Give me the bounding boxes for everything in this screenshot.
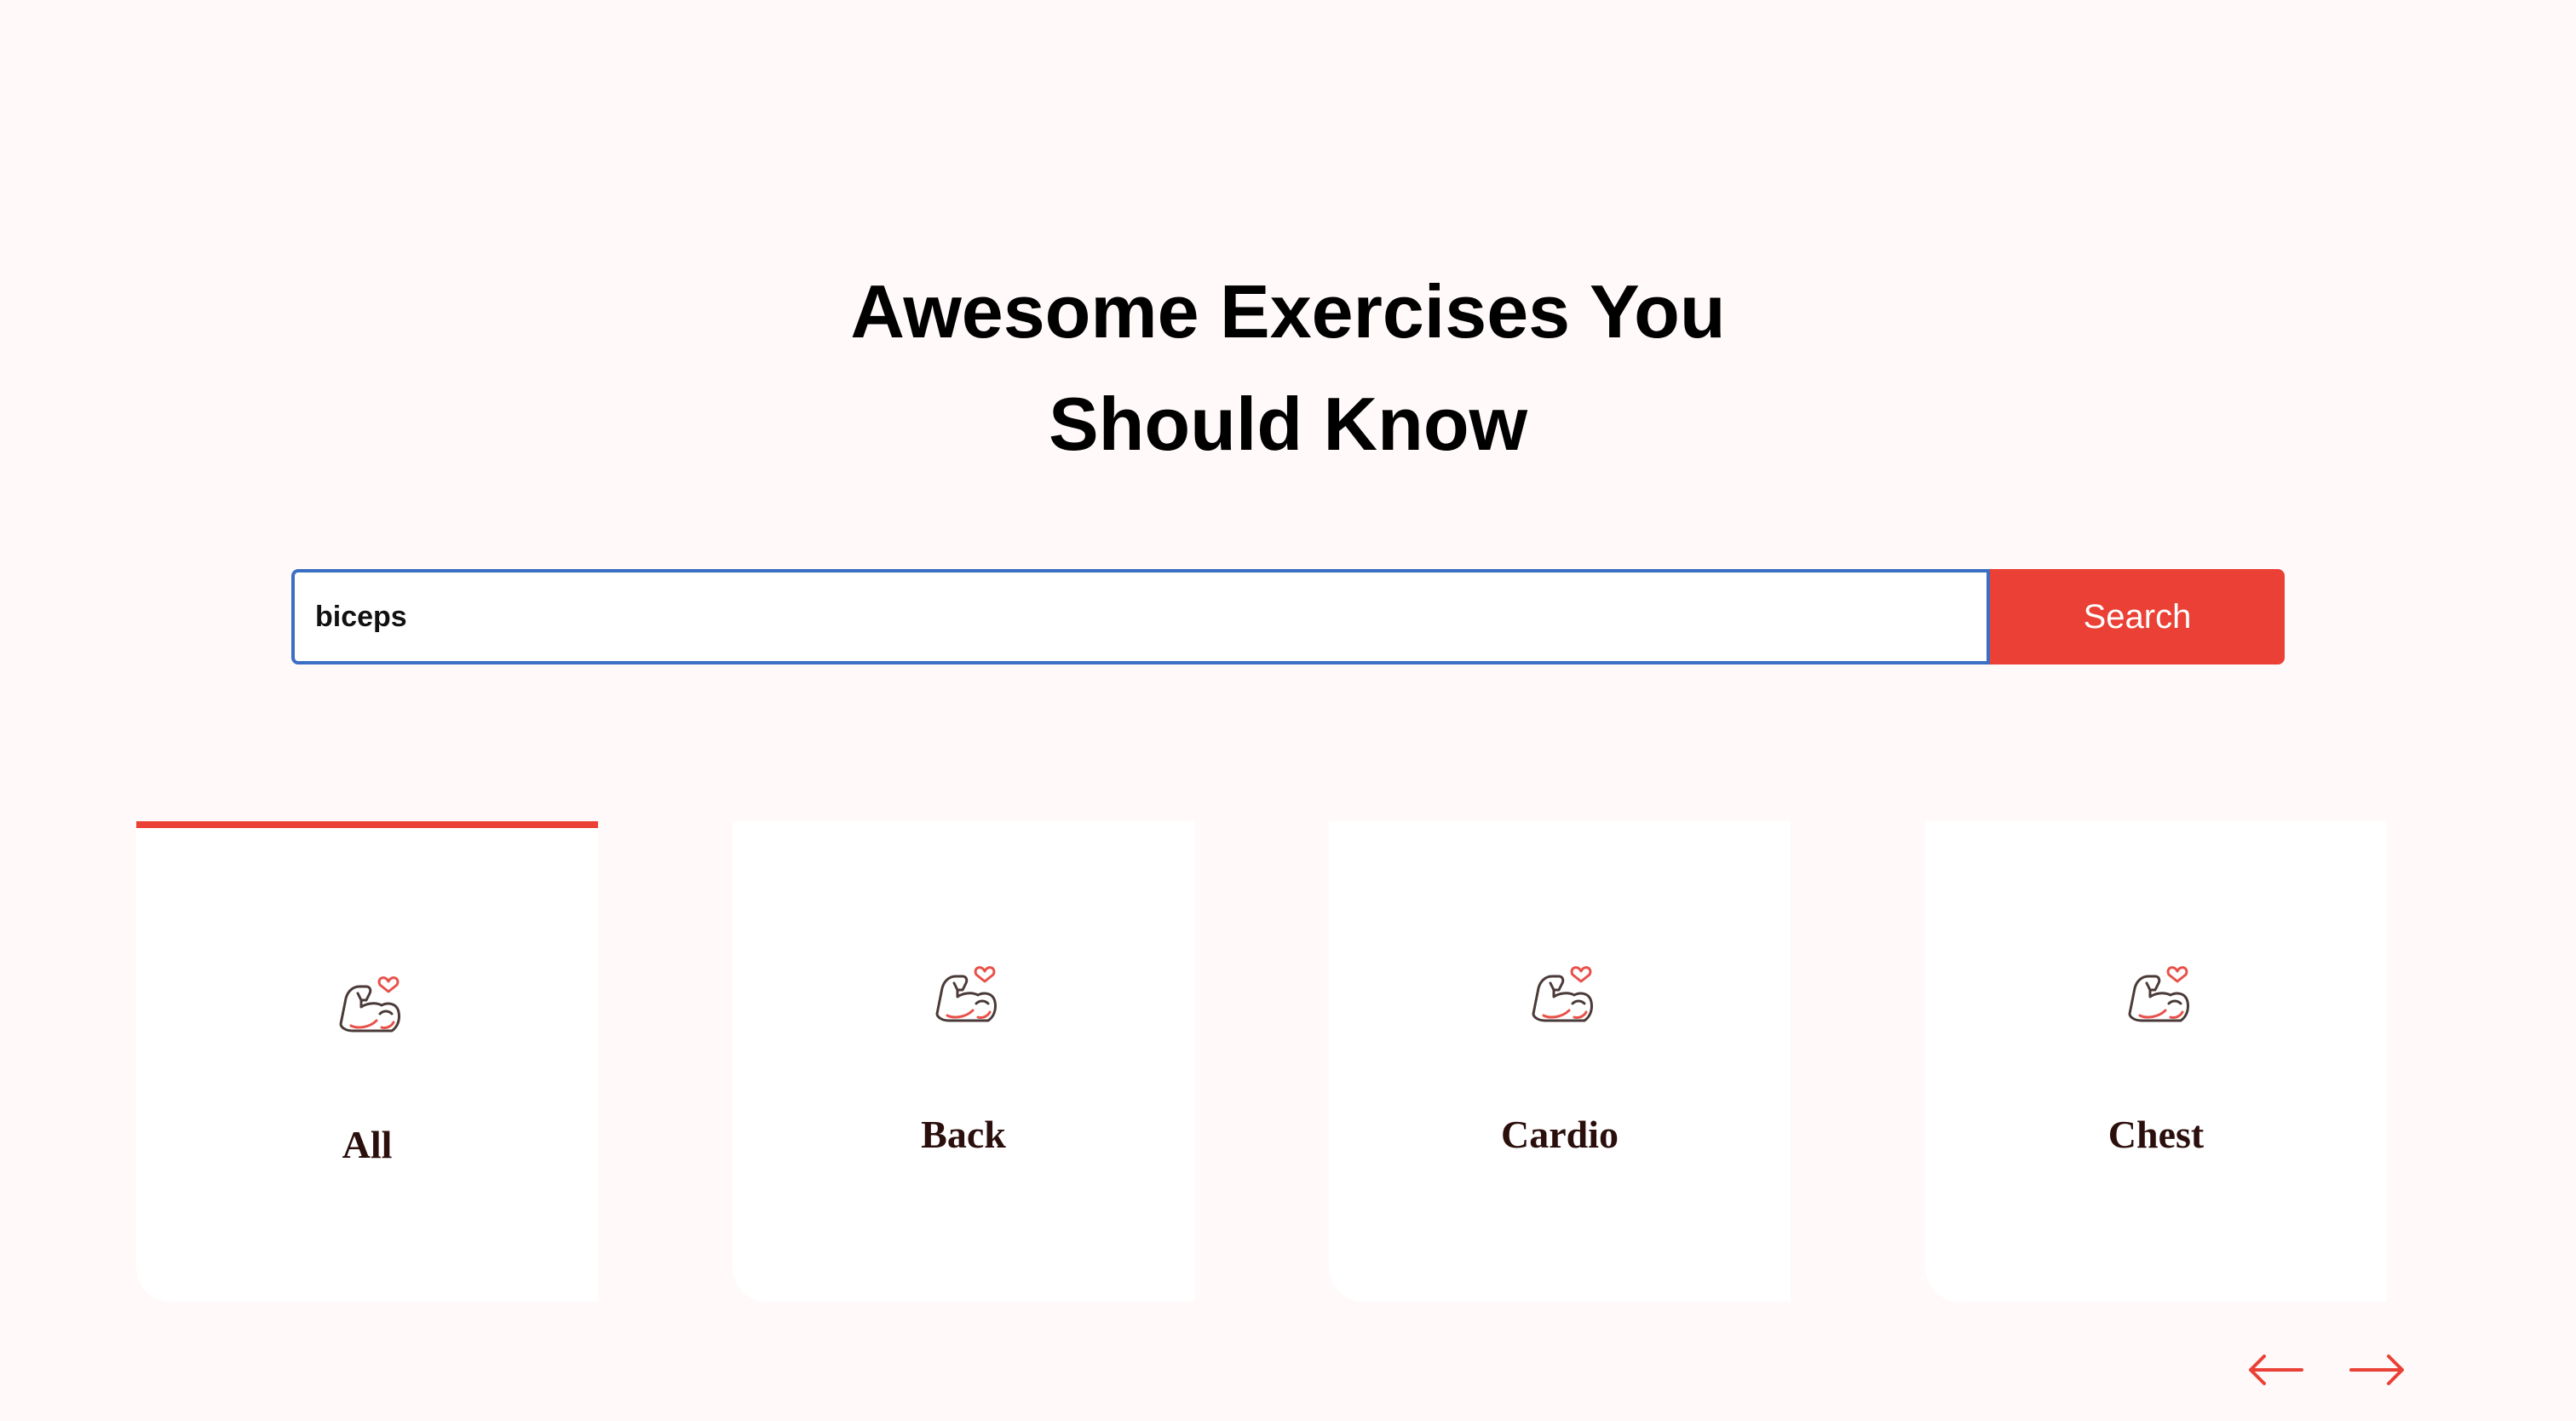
category-label: All — [342, 1123, 393, 1166]
arrow-right-icon[interactable] — [2348, 1344, 2407, 1395]
search-input[interactable] — [291, 569, 1990, 664]
category-label: Back — [921, 1113, 1006, 1156]
category-label: Chest — [2107, 1113, 2205, 1156]
page-title-line-1: Awesome Exercises You — [850, 269, 1726, 354]
category-card-all[interactable]: All — [136, 821, 598, 1302]
flexed-bicep-heart-icon — [339, 976, 401, 1033]
flexed-bicep-heart-icon — [935, 966, 998, 1022]
flexed-bicep-heart-icon — [2128, 966, 2190, 1022]
flexed-bicep-heart-icon — [1532, 966, 1594, 1022]
search-button[interactable]: Search — [1990, 569, 2285, 664]
page-title: Awesome Exercises You Should Know — [0, 256, 2576, 480]
search-bar: Search — [291, 569, 2285, 664]
category-label: Cardio — [1501, 1113, 1619, 1156]
category-card-cardio[interactable]: Cardio — [1329, 821, 1791, 1302]
arrow-left-icon[interactable] — [2245, 1344, 2305, 1395]
category-card-back[interactable]: Back — [733, 821, 1194, 1302]
category-card-chest[interactable]: Chest — [1925, 821, 2387, 1302]
page-title-line-2: Should Know — [1048, 382, 1528, 466]
